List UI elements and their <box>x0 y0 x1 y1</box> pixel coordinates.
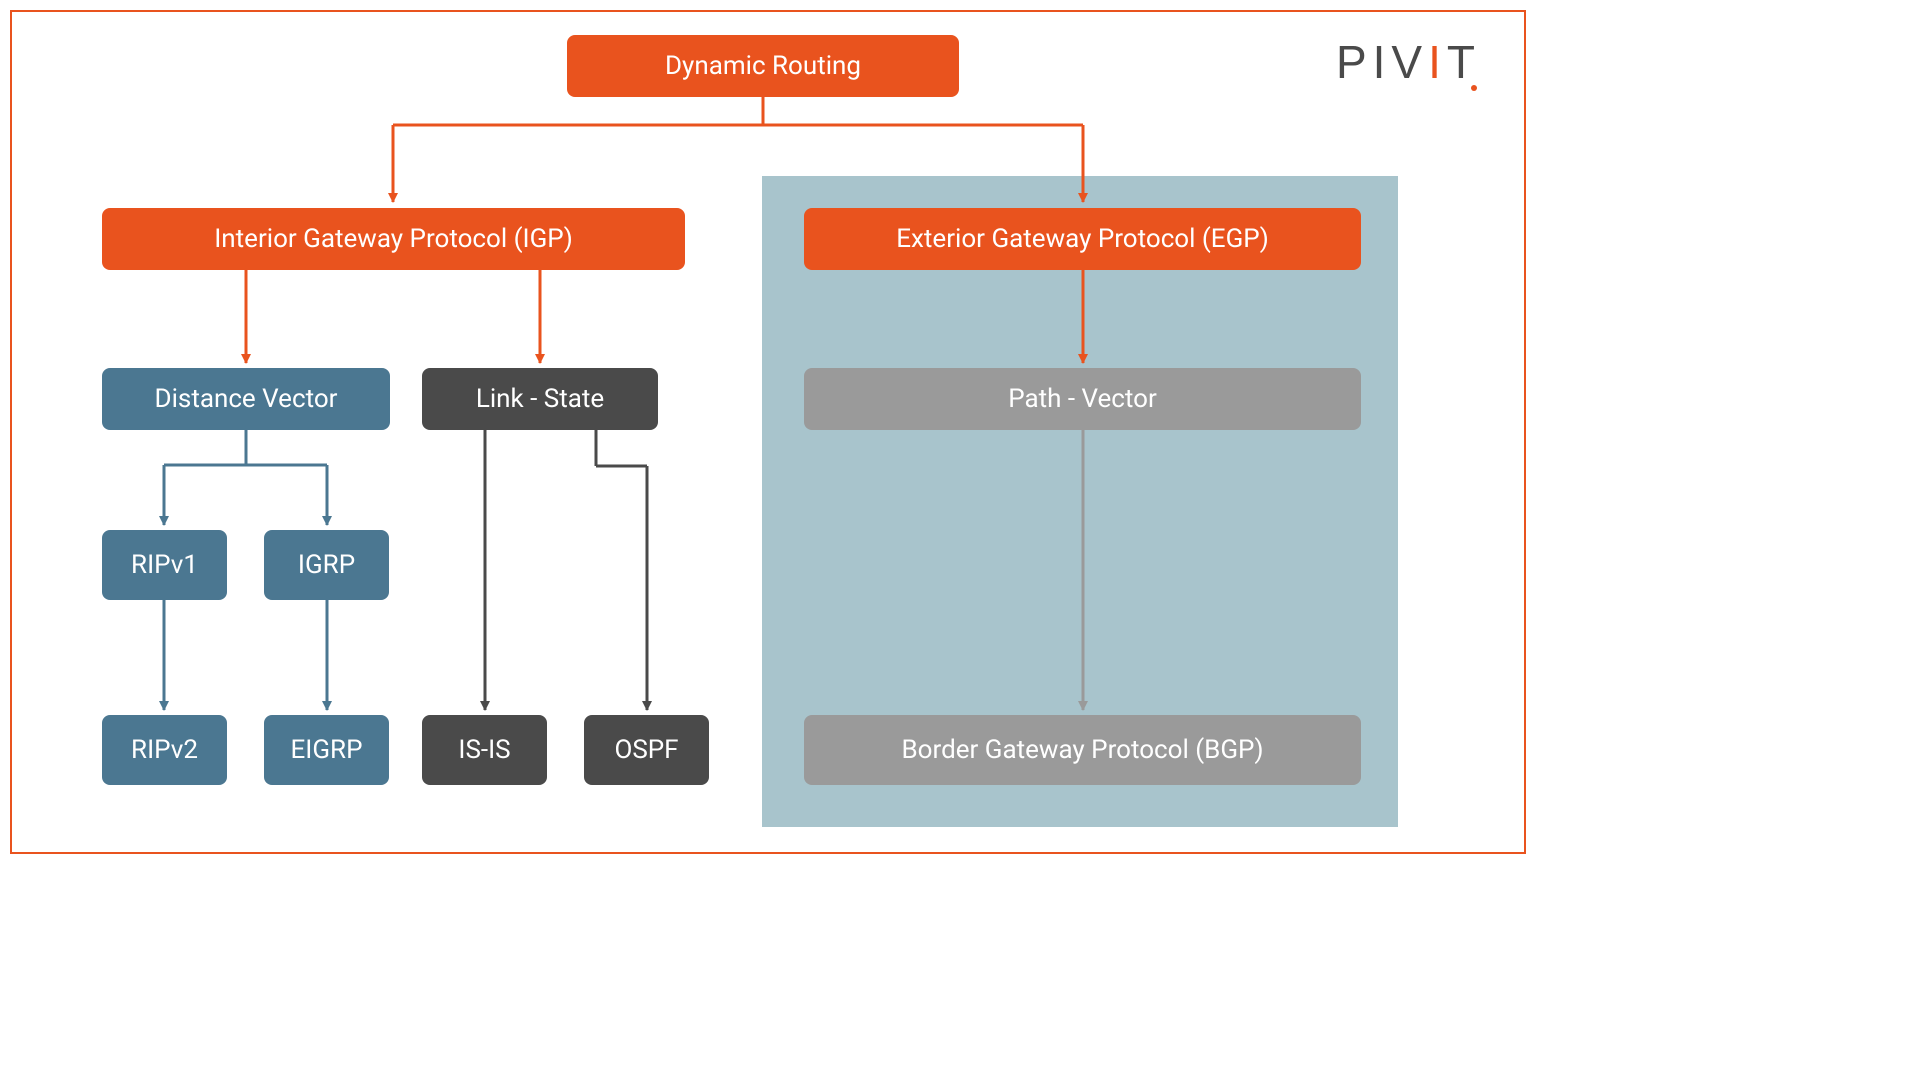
node-ripv2: RIPv2 <box>102 715 227 785</box>
node-bgp: Border Gateway Protocol (BGP) <box>804 715 1361 785</box>
node-label: Path - Vector <box>1008 384 1157 414</box>
node-link-state: Link - State <box>422 368 658 430</box>
node-label: RIPv2 <box>131 735 198 765</box>
node-label: Interior Gateway Protocol (IGP) <box>214 224 573 254</box>
node-ripv1: RIPv1 <box>102 530 227 600</box>
node-label: Dynamic Routing <box>665 51 861 81</box>
node-label: IGRP <box>298 550 355 580</box>
node-label: EIGRP <box>291 735 363 765</box>
node-igp: Interior Gateway Protocol (IGP) <box>102 208 685 270</box>
node-path-vector: Path - Vector <box>804 368 1361 430</box>
node-label: RIPv1 <box>131 550 198 580</box>
node-egp: Exterior Gateway Protocol (EGP) <box>804 208 1361 270</box>
node-ospf: OSPF <box>584 715 709 785</box>
node-dynamic-routing: Dynamic Routing <box>567 35 959 97</box>
node-label: IS-IS <box>458 735 510 765</box>
node-label: Distance Vector <box>155 384 338 414</box>
brand-logo: PIVIT <box>1336 35 1481 89</box>
node-label: Border Gateway Protocol (BGP) <box>901 735 1263 765</box>
node-label: OSPF <box>614 735 678 765</box>
node-isis: IS-IS <box>422 715 547 785</box>
node-distance-vector: Distance Vector <box>102 368 390 430</box>
node-igrp: IGRP <box>264 530 389 600</box>
node-label: Link - State <box>476 384 604 414</box>
node-eigrp: EIGRP <box>264 715 389 785</box>
node-label: Exterior Gateway Protocol (EGP) <box>896 224 1269 254</box>
